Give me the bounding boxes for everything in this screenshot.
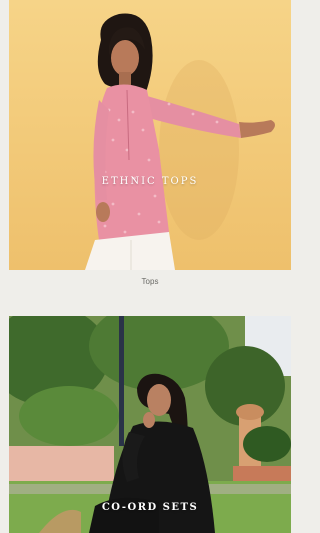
coord-sets-title: CO-ORD SETS [101,502,199,513]
coord-sets-card[interactable]: CO-ORD SETS [9,316,291,533]
coord-sets-model-image [9,316,291,533]
ethnic-tops-card[interactable]: ETHNIC TOPS [9,0,291,270]
category-page: ETHNIC TOPS Tops CO-ORD SETS [0,0,300,533]
ethnic-tops-title: ETHNIC TOPS [101,176,199,187]
ethnic-tops-model-image [85,13,275,270]
tops-caption-link[interactable]: Tops [0,277,300,286]
